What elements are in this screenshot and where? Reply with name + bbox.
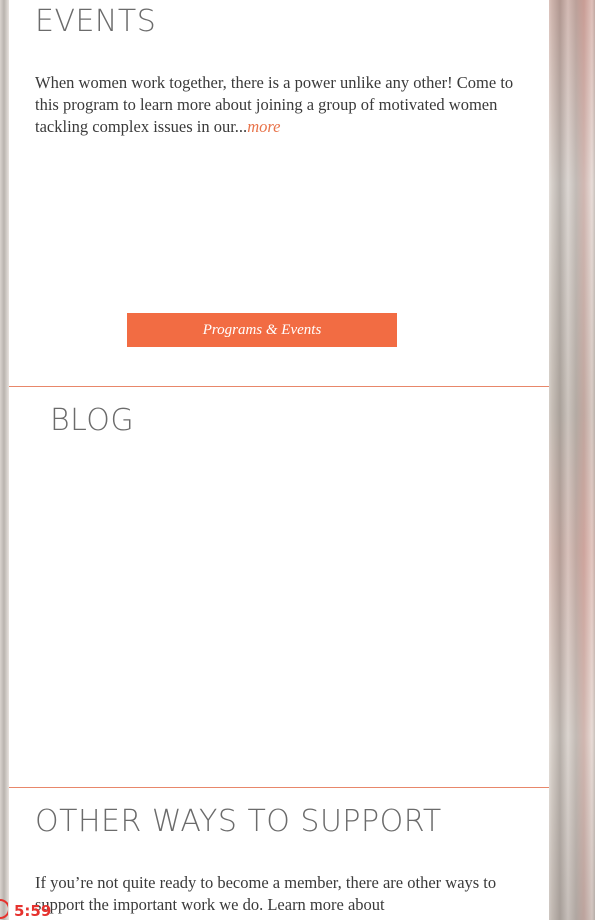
blog-heading: BLOG — [50, 403, 135, 438]
support-heading: OTHER WAYS TO SUPPORT — [35, 804, 442, 839]
timer-value: 5:59 — [14, 902, 52, 920]
timer-icon — [0, 898, 8, 920]
blog-section: BLOG — [9, 387, 549, 787]
programs-events-button[interactable]: Programs & Events — [127, 313, 397, 347]
support-section: OTHER WAYS TO SUPPORT If you’re not quit… — [9, 788, 549, 920]
events-section: EVENTS When women work together, there i… — [9, 0, 549, 386]
events-description: When women work together, there is a pow… — [35, 72, 525, 138]
more-link[interactable]: more — [247, 117, 280, 136]
events-heading: EVENTS — [35, 4, 157, 39]
timer-widget[interactable]: 5:59 — [0, 898, 51, 920]
content-panel: EVENTS When women work together, there i… — [9, 0, 549, 920]
support-description: If you’re not quite ready to become a me… — [35, 873, 497, 914]
